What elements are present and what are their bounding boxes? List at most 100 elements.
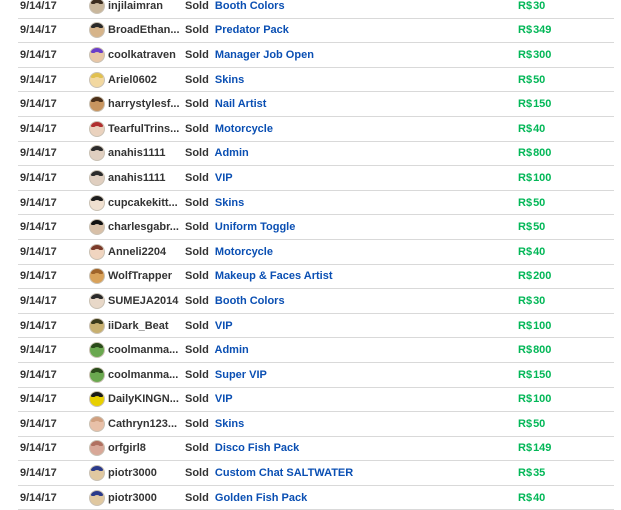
avatar-face: [93, 445, 101, 454]
robux-icon: R$: [518, 48, 533, 61]
username-link[interactable]: SUMEJA2014: [108, 295, 178, 307]
sale-description: Sold Golden Fish Pack: [185, 492, 307, 504]
user-avatar[interactable]: [89, 489, 105, 506]
username-link[interactable]: anahis1111: [108, 147, 166, 159]
username-link[interactable]: Cathryn123...: [108, 418, 177, 430]
robux-icon: R$: [518, 122, 533, 135]
username-link[interactable]: Ariel0602: [108, 74, 157, 86]
username-link[interactable]: coolmanma...: [108, 344, 178, 356]
sale-action: Sold: [185, 491, 209, 504]
item-link[interactable]: Motorcycle: [215, 123, 273, 135]
username-link[interactable]: coolmanma...: [108, 369, 178, 381]
item-link[interactable]: Skins: [215, 74, 244, 86]
amount-value: 50: [533, 196, 546, 209]
user-avatar[interactable]: [89, 0, 105, 14]
sale-action: Sold: [185, 73, 209, 86]
user-avatar[interactable]: [89, 415, 105, 432]
user-avatar[interactable]: [89, 440, 105, 457]
username-link[interactable]: TearfulTrins...: [108, 123, 179, 135]
sale-description: Sold VIP: [185, 172, 233, 184]
avatar-face: [93, 27, 101, 36]
user-avatar[interactable]: [89, 46, 105, 63]
user-avatar[interactable]: [89, 169, 105, 186]
item-link[interactable]: VIP: [215, 393, 233, 405]
robux-icon: R$: [518, 270, 533, 283]
username-link[interactable]: iiDark_Beat: [108, 320, 169, 332]
item-link[interactable]: Uniform Toggle: [215, 221, 295, 233]
amount-value: 30: [533, 0, 546, 12]
user-avatar[interactable]: [89, 391, 105, 408]
username-link[interactable]: coolkatraven: [108, 49, 176, 61]
user-avatar[interactable]: [89, 342, 105, 359]
sale-description: Sold Super VIP: [185, 369, 267, 381]
item-link[interactable]: Makeup & Faces Artist: [215, 270, 333, 282]
username-link[interactable]: charlesgabr...: [108, 221, 179, 233]
amount-value: 40: [533, 122, 546, 135]
avatar-face: [93, 297, 101, 306]
item-link[interactable]: Booth Colors: [215, 0, 285, 12]
user-avatar[interactable]: [89, 268, 105, 285]
robux-amount: R$800: [518, 344, 551, 356]
username-link[interactable]: Anneli2204: [108, 246, 166, 258]
username-link[interactable]: harrystylesf...: [108, 98, 180, 110]
item-link[interactable]: Motorcycle: [215, 246, 273, 258]
user-avatar[interactable]: [89, 317, 105, 334]
user-avatar[interactable]: [89, 22, 105, 39]
item-link[interactable]: Golden Fish Pack: [215, 492, 307, 504]
username-link[interactable]: orfgirl8: [108, 442, 146, 454]
item-link[interactable]: Manager Job Open: [215, 49, 314, 61]
user-avatar[interactable]: [89, 145, 105, 162]
avatar-face: [93, 150, 101, 159]
username-link[interactable]: anahis1111: [108, 172, 166, 184]
username-link[interactable]: BroadEthan...: [108, 24, 180, 36]
sale-action: Sold: [185, 270, 209, 283]
robux-amount: R$35: [518, 467, 545, 479]
item-link[interactable]: VIP: [215, 320, 233, 332]
table-row: 9/14/17 BroadEthan... Sold Predator Pack…: [18, 19, 614, 44]
item-link[interactable]: Booth Colors: [215, 295, 285, 307]
item-link[interactable]: Super VIP: [215, 369, 267, 381]
user-avatar[interactable]: [89, 71, 105, 88]
robux-icon: R$: [518, 319, 533, 332]
amount-value: 150: [533, 98, 552, 111]
username-link[interactable]: piotr3000: [108, 467, 157, 479]
user-avatar[interactable]: [89, 465, 105, 482]
sale-description: Sold Booth Colors: [185, 295, 285, 307]
user-avatar[interactable]: [89, 219, 105, 236]
robux-amount: R$150: [518, 369, 551, 381]
username-link[interactable]: cupcakekitt...: [108, 197, 178, 209]
username-link[interactable]: WolfTrapper: [108, 270, 172, 282]
username-link[interactable]: injilaimran: [108, 0, 163, 12]
robux-icon: R$: [518, 491, 533, 504]
username-link[interactable]: piotr3000: [108, 492, 157, 504]
amount-value: 150: [533, 368, 552, 381]
sale-date: 9/14/17: [20, 442, 57, 455]
user-avatar[interactable]: [89, 292, 105, 309]
table-row: 9/14/17 piotr3000 Sold Custom Chat SALTW…: [18, 461, 614, 486]
item-link[interactable]: Skins: [215, 197, 244, 209]
item-link[interactable]: Skins: [215, 418, 244, 430]
robux-amount: R$100: [518, 172, 551, 184]
sale-date: 9/14/17: [20, 48, 57, 61]
item-link[interactable]: Nail Artist: [215, 98, 267, 110]
item-link[interactable]: Predator Pack: [215, 24, 289, 36]
table-row: 9/14/17 coolmanma... Sold Admin R$800: [18, 338, 614, 363]
user-avatar[interactable]: [89, 194, 105, 211]
table-row: 9/14/17 coolkatraven Sold Manager Job Op…: [18, 43, 614, 68]
sale-description: Sold Motorcycle: [185, 123, 273, 135]
username-link[interactable]: DailyKINGN...: [108, 393, 179, 405]
robux-amount: R$200: [518, 270, 551, 282]
item-link[interactable]: Admin: [215, 344, 249, 356]
sale-date: 9/14/17: [20, 467, 57, 480]
sale-action: Sold: [185, 98, 209, 111]
item-link[interactable]: Custom Chat SALTWATER: [215, 467, 353, 479]
table-row: 9/14/17 Cathryn123... Sold Skins R$50: [18, 412, 614, 437]
user-avatar[interactable]: [89, 96, 105, 113]
user-avatar[interactable]: [89, 243, 105, 260]
item-link[interactable]: VIP: [215, 172, 233, 184]
amount-value: 40: [533, 245, 546, 258]
user-avatar[interactable]: [89, 366, 105, 383]
user-avatar[interactable]: [89, 120, 105, 137]
item-link[interactable]: Disco Fish Pack: [215, 442, 299, 454]
item-link[interactable]: Admin: [215, 147, 249, 159]
